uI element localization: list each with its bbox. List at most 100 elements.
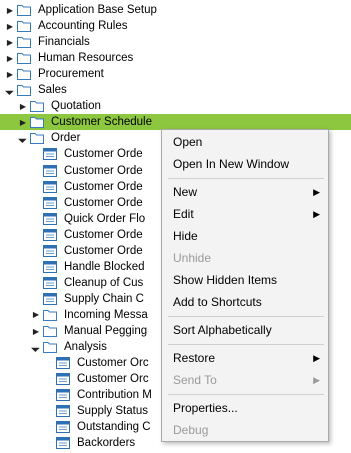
folder-icon (30, 99, 44, 113)
tree-row-label: Customer Orc (77, 373, 149, 386)
window-icon (43, 260, 57, 274)
menu-item-send-to: Send To ▶ (162, 369, 328, 391)
tree-row[interactable]: ▶ Customer Schedule (0, 114, 351, 131)
menu-item-add-to-shortcuts[interactable]: Add to Shortcuts (162, 291, 328, 313)
menu-item-label: Add to Shortcuts (173, 295, 262, 309)
menu-item-label: New (173, 185, 198, 199)
tree-row-label: Sales (38, 84, 67, 97)
tree-row-label: Supply Status (77, 405, 148, 418)
window-icon (43, 164, 57, 178)
menu-item-label: Unhide (173, 251, 212, 265)
menu-item-label: Edit (173, 207, 194, 221)
folder-icon (30, 115, 44, 129)
window-icon (56, 356, 70, 370)
menu-item-open-in-new-window[interactable]: Open In New Window (162, 153, 328, 175)
expand-arrow-icon[interactable]: ▶ (31, 307, 41, 323)
tree-row-label: Accounting Rules (38, 20, 128, 33)
window-icon (43, 212, 57, 226)
context-menu: Open Open In New Window New ▶ Edit ▶ Hide Unhid… (161, 129, 329, 442)
folder-icon (43, 324, 57, 338)
folder-icon (30, 131, 44, 145)
expand-arrow-icon[interactable]: ▶ (5, 18, 15, 34)
tree-row-label: Backorders (77, 437, 136, 450)
window-icon (56, 436, 70, 450)
expand-arrow-icon[interactable]: ▶ (5, 66, 15, 82)
window-icon (43, 147, 57, 161)
tree-row[interactable]: ▶ Accounting Rules (0, 18, 351, 34)
tree-row-label: Customer Orc (77, 357, 149, 370)
expand-arrow-icon[interactable]: ▶ (31, 323, 41, 339)
tree-row-label: Quotation (51, 100, 101, 113)
menu-separator (168, 344, 324, 345)
submenu-arrow-icon: ▶ (313, 353, 320, 363)
tree-row-label: Procurement (38, 68, 104, 81)
folder-icon (43, 308, 57, 322)
menu-separator (168, 316, 324, 317)
menu-item-label: Debug (173, 423, 209, 437)
tree-row-label: Contribution M (77, 389, 152, 402)
folder-icon (17, 19, 31, 33)
menu-item-hide[interactable]: Hide (162, 225, 328, 247)
tree-row[interactable]: ◢ Sales (0, 82, 351, 98)
window-icon (43, 244, 57, 258)
menu-item-edit[interactable]: Edit ▶ (162, 203, 328, 225)
window-icon (56, 404, 70, 418)
menu-item-properties[interactable]: Properties... (162, 397, 328, 419)
folder-icon (17, 3, 31, 17)
tree-row-label: Customer Orde (64, 196, 143, 209)
expand-arrow-icon[interactable]: ▶ (18, 114, 28, 130)
expand-arrow-icon[interactable]: ▶ (5, 2, 15, 18)
tree-row-label: Supply Chain C (64, 292, 144, 305)
expand-arrow-icon[interactable]: ▶ (18, 98, 28, 114)
menu-item-open[interactable]: Open (162, 131, 328, 153)
tree-row-label: Manual Pegging (64, 325, 148, 337)
expand-arrow-icon[interactable]: ▶ (5, 50, 15, 66)
menu-item-show-hidden-items[interactable]: Show Hidden Items (162, 269, 328, 291)
tree-row-label: Analysis (64, 341, 107, 354)
submenu-arrow-icon: ▶ (313, 209, 320, 219)
tree-row-label: Outstanding C (77, 421, 151, 434)
menu-item-label: Hide (173, 229, 198, 243)
window-icon (43, 196, 57, 210)
menu-separator (168, 178, 324, 179)
tree-row-label: Customer Orde (64, 164, 143, 177)
tree-row-label: Customer Schedule (51, 116, 152, 129)
tree-row-label: Quick Order Flo (64, 212, 146, 225)
expand-arrow-icon[interactable]: ▶ (5, 34, 15, 50)
tree-row[interactable]: ▶ Quotation (0, 98, 351, 114)
tree-row[interactable]: ▶ Human Resources (0, 50, 351, 66)
tree-row-label: Order (51, 132, 81, 145)
tree-row[interactable]: ▶ Financials (0, 34, 351, 50)
menu-item-label: Properties... (173, 401, 238, 415)
tree-row-label: Customer Orde (64, 180, 143, 193)
menu-item-label: Show Hidden Items (173, 273, 278, 287)
window-icon (56, 420, 70, 434)
tree-row-label: Financials (38, 36, 90, 49)
submenu-arrow-icon: ▶ (313, 187, 320, 197)
menu-item-restore[interactable]: Restore ▶ (162, 347, 328, 369)
tree-row-label: Customer Orde (64, 244, 143, 257)
menu-item-label: Restore (173, 351, 216, 365)
window-icon (43, 276, 57, 290)
menu-item-unhide: Unhide (162, 247, 328, 269)
menu-item-label: Sort Alphabetically (173, 323, 272, 337)
tree-row[interactable]: ▶ Application Base Setup (0, 2, 351, 18)
folder-icon (17, 83, 31, 97)
menu-separator (168, 394, 324, 395)
tree-row-label: Customer Orde (64, 148, 143, 161)
menu-item-sort-alphabetically[interactable]: Sort Alphabetically (162, 319, 328, 341)
menu-item-label: Open In New Window (173, 157, 290, 171)
window-icon (43, 228, 57, 242)
tree-row-label: Handle Blocked (64, 260, 145, 273)
tree-row-label: Customer Orde (64, 228, 143, 241)
menu-item-label: Send To (173, 373, 217, 387)
folder-icon (17, 51, 31, 65)
tree-row-label: Human Resources (38, 52, 134, 65)
window-icon (56, 372, 70, 386)
window-icon (43, 180, 57, 194)
folder-icon (17, 67, 31, 81)
window-icon (43, 292, 57, 306)
menu-item-new[interactable]: New ▶ (162, 181, 328, 203)
window-icon (56, 388, 70, 402)
tree-row[interactable]: ▶ Procurement (0, 66, 351, 82)
